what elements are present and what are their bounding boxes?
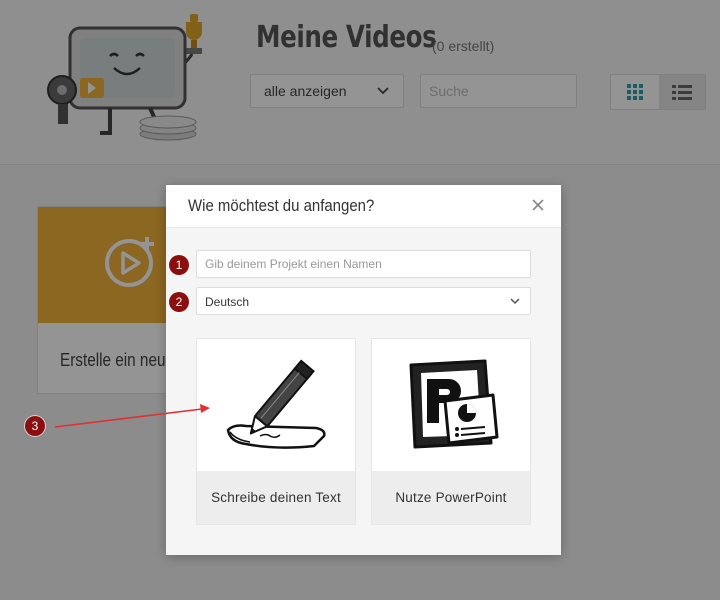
option-art (372, 339, 530, 471)
powerpoint-icon (409, 359, 499, 449)
annotation-marker-1: 1 (169, 255, 189, 275)
language-select[interactable]: Deutsch (196, 287, 531, 315)
write-text-label: Schreibe deinen Text (197, 471, 355, 524)
option-art (197, 339, 355, 471)
powerpoint-label: Nutze PowerPoint (372, 471, 530, 524)
language-select-value: Deutsch (205, 295, 250, 309)
close-icon (532, 199, 544, 211)
chevron-down-icon (510, 298, 520, 305)
modal-title: Wie möchtest du anfangen? (188, 196, 375, 215)
pencil-paper-icon (226, 359, 326, 449)
close-button[interactable] (528, 195, 548, 215)
annotation-marker-3: 3 (25, 416, 45, 436)
project-name-input[interactable] (196, 250, 531, 278)
start-project-modal: Wie möchtest du anfangen? Deutsch (166, 185, 561, 555)
powerpoint-option[interactable]: Nutze PowerPoint (371, 338, 531, 525)
annotation-marker-2: 2 (169, 292, 189, 312)
write-text-option[interactable]: Schreibe deinen Text (196, 338, 356, 525)
